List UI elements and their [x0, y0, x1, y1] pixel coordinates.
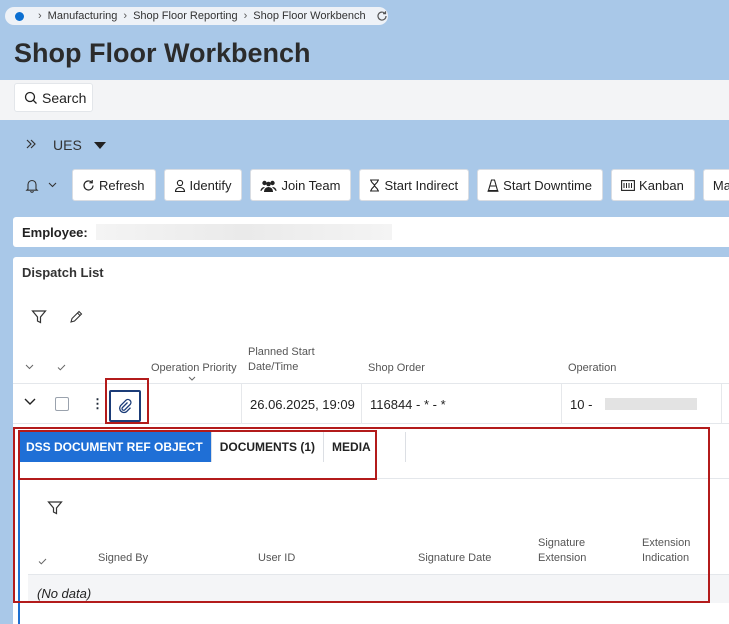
tabs-highlight [18, 430, 377, 480]
select-all-check-icon[interactable] [57, 364, 66, 371]
manage-button[interactable]: Manag [702, 169, 729, 201]
employee-label: Employee: [22, 224, 88, 240]
start-indirect-button-label: Start Indirect [384, 177, 459, 193]
col-planned-start-line1: Planned Start [248, 346, 315, 358]
breadcrumb: › Manufacturing › Shop Floor Reporting ›… [5, 7, 388, 25]
chevron-right-icon: › [123, 10, 128, 22]
expand-all-chevron-icon[interactable] [25, 364, 34, 370]
identify-button[interactable]: Identify [163, 169, 243, 201]
kanban-button-label: Kanban [639, 177, 684, 193]
refresh-icon [83, 179, 94, 191]
search-label: Search [42, 89, 87, 106]
sort-chevron-icon[interactable] [188, 376, 196, 381]
col-planned-start-line2: Date/Time [248, 361, 299, 373]
row-menu-icon[interactable]: ⋮ [91, 397, 104, 411]
dispatch-list-title: Dispatch List [22, 265, 104, 280]
kanban-button[interactable]: Kanban [611, 169, 695, 201]
search-icon [24, 91, 37, 104]
person-icon [174, 179, 185, 192]
notification-menu[interactable] [25, 178, 57, 193]
col-planned-start[interactable]: Planned Start Date/Time [248, 345, 315, 375]
search-button[interactable]: Search [14, 83, 93, 112]
chevron-down-icon [48, 182, 57, 188]
breadcrumb-shop-floor-reporting[interactable]: Shop Floor Reporting [133, 10, 238, 22]
start-indirect-button[interactable]: Start Indirect [359, 169, 470, 201]
search-band: Search [0, 80, 729, 120]
caret-down-icon[interactable] [93, 141, 106, 149]
cell-planned-start: 26.06.2025, 19:09 [241, 384, 361, 424]
chevron-right-icon: › [243, 10, 248, 22]
start-downtime-button[interactable]: Start Downtime [477, 169, 604, 201]
pencil-icon[interactable] [69, 310, 83, 324]
shop-order-value: 116844 - * - * [370, 396, 446, 412]
employee-bar: Employee: [13, 217, 729, 247]
join-team-button-label: Join Team [281, 177, 341, 193]
kanban-icon [621, 179, 635, 191]
breadcrumb-manufacturing[interactable]: Manufacturing [48, 10, 118, 22]
operation-redacted [605, 398, 697, 410]
col-operation[interactable]: Operation [568, 361, 616, 376]
hourglass-icon [370, 178, 380, 192]
expand-double-chevron-icon[interactable] [25, 137, 37, 153]
page-title: Shop Floor Workbench [14, 38, 311, 68]
team-icon [260, 180, 277, 192]
chevron-right-icon: › [38, 10, 42, 22]
manage-button-label: Manag [712, 177, 729, 193]
planned-start-value: 26.06.2025, 19:09 [250, 396, 355, 412]
identify-button-label: Identify [189, 177, 232, 193]
filter-icon[interactable] [31, 309, 47, 325]
employee-value-redacted [95, 224, 392, 240]
refresh-button-label: Refresh [99, 177, 145, 193]
start-downtime-button-label: Start Downtime [503, 177, 593, 193]
refresh-button[interactable]: Refresh [72, 169, 156, 201]
bell-icon [25, 179, 39, 193]
row-expand-chevron-icon[interactable] [24, 398, 36, 406]
col-operation-priority[interactable]: Operation Priority [151, 361, 237, 376]
cone-icon [487, 178, 499, 192]
attachment-button[interactable] [109, 390, 141, 422]
paperclip-icon [119, 398, 132, 414]
context-label[interactable]: UES [53, 137, 82, 153]
status-dot-icon [15, 11, 24, 21]
cell-shop-order: 116844 - * - * [361, 384, 561, 424]
col-shop-order[interactable]: Shop Order [368, 361, 425, 376]
cell-next [721, 384, 729, 424]
command-toolbar: Refresh Identify Join Team Start Indirec… [25, 169, 729, 201]
row-checkbox[interactable] [55, 397, 69, 411]
join-team-button[interactable]: Join Team [250, 169, 352, 201]
operation-value: 10 - [570, 396, 593, 412]
context-selector: UES [25, 137, 106, 153]
list-actions [31, 309, 83, 325]
reload-icon[interactable] [376, 10, 388, 22]
breadcrumb-shop-floor-workbench: Shop Floor Workbench [253, 10, 366, 22]
